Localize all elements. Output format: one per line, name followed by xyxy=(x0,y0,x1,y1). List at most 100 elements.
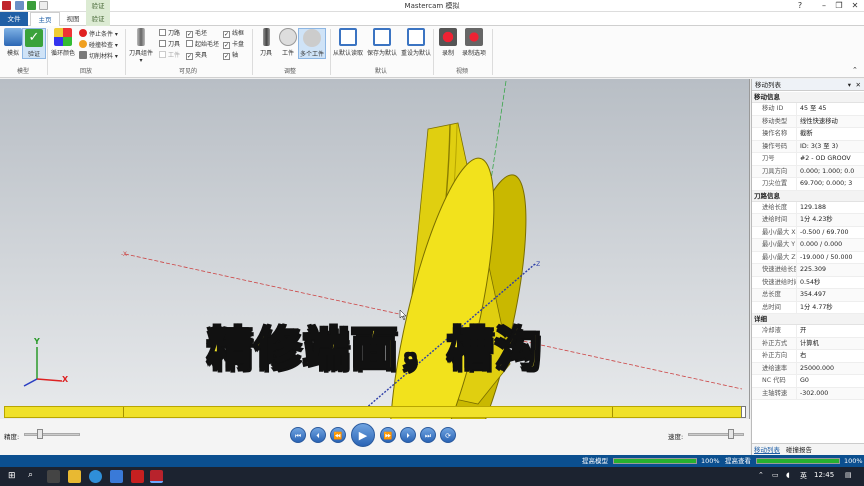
store-icon[interactable] xyxy=(110,470,123,483)
precision-slider-thumb[interactable] xyxy=(36,429,43,439)
collapse-ribbon-icon[interactable]: ⌃ xyxy=(852,66,858,74)
tool-assembly-button[interactable]: 刀具组件 ▾ xyxy=(127,28,155,64)
property-value: 开 xyxy=(800,327,807,334)
improve-view-progress-fill xyxy=(757,459,839,463)
property-name: 进给长度 xyxy=(752,201,797,213)
play-button[interactable]: ▶ xyxy=(351,423,375,447)
tray-chevron-icon[interactable]: ⌃ xyxy=(758,471,764,479)
collision-check-button[interactable]: 碰撞检查 ▾ xyxy=(79,40,118,50)
record-button[interactable]: 录制 xyxy=(436,28,460,57)
tool-label: 刀具 xyxy=(168,41,181,48)
improve-view-progress xyxy=(756,458,840,464)
multiple-workpieces-button[interactable]: 多个工件 xyxy=(298,28,326,59)
chuck-checkbox[interactable]: ✓ xyxy=(223,42,230,49)
property-name: 总长度 xyxy=(752,289,797,301)
workpiece-label: 工件 xyxy=(168,52,181,59)
line-frame-label: 线框 xyxy=(232,30,245,37)
panel-section-header[interactable]: 移动信息 xyxy=(752,92,864,103)
property-value: 1分 4.23秒 xyxy=(800,216,833,223)
improve-model-label: 提高模型 xyxy=(582,457,608,465)
pin-icon[interactable]: ▾ xyxy=(848,79,851,91)
ime-indicator[interactable]: 英 xyxy=(800,471,807,481)
simulation-timeline[interactable] xyxy=(4,406,746,418)
fixture-checkbox[interactable]: ✓ xyxy=(186,53,193,60)
property-row: 补正方式 计算机 xyxy=(752,337,864,350)
step-back-button[interactable]: ⏴ xyxy=(310,427,326,443)
toggle-chuck[interactable]: ✓ 卡盘 xyxy=(223,40,244,50)
go-to-start-button[interactable]: ⏮ xyxy=(290,427,306,443)
initial-blank-checkbox[interactable] xyxy=(186,40,193,47)
panel-close-icon[interactable]: ✕ xyxy=(856,79,861,91)
fast-forward-button[interactable]: ⏩ xyxy=(380,427,396,443)
toggle-blank[interactable]: ✓ 毛坯 xyxy=(186,29,207,39)
panel-section-header[interactable]: 详细 xyxy=(752,314,864,325)
context-tab-header: 验证 xyxy=(86,0,110,12)
toggle-line-frame[interactable]: ✓ 线框 xyxy=(223,29,244,39)
precision-slider[interactable] xyxy=(24,433,80,436)
task-view-icon[interactable] xyxy=(47,470,60,483)
step-forward-button[interactable]: ⏵ xyxy=(400,427,416,443)
save-default-button[interactable]: 保存为默认 xyxy=(366,28,398,57)
reset-default-button[interactable]: 重设为默认 xyxy=(400,28,432,57)
rewind-button[interactable]: ⏪ xyxy=(330,427,346,443)
speed-slider-thumb[interactable] xyxy=(728,429,734,439)
tab-view[interactable]: 视图 xyxy=(60,12,86,26)
tab-file[interactable]: 文件 xyxy=(0,12,28,26)
search-icon[interactable]: ⌕ xyxy=(28,470,33,480)
loop-color-button[interactable]: 循环颜色 xyxy=(49,28,77,57)
notification-icon[interactable]: ▤ xyxy=(845,471,852,479)
read-default-button[interactable]: 从默认读取 xyxy=(332,28,364,57)
graphics-viewport[interactable]: -X -Z Y X 精修端面，槽沟 xyxy=(0,79,750,419)
close-button[interactable]: ✕ xyxy=(843,0,864,12)
multiple-workpieces-icon xyxy=(303,29,321,47)
axis-checkbox[interactable]: ✓ xyxy=(223,53,230,60)
toggle-tool[interactable]: 刀具 xyxy=(159,40,180,50)
acrobat-icon[interactable] xyxy=(131,470,144,483)
clock[interactable]: 12:45 xyxy=(814,471,834,479)
blank-checkbox[interactable]: ✓ xyxy=(186,31,193,38)
property-row: 进给时间 1分 4.23秒 xyxy=(752,214,864,227)
group-label-playback: 回放 xyxy=(79,68,92,75)
collision-check-label: 碰撞检查 xyxy=(89,42,114,49)
property-row: 移动类型 线性快速移动 xyxy=(752,115,864,128)
record-options-button[interactable]: 录制选项 xyxy=(460,28,488,57)
help-icon[interactable]: ? xyxy=(788,0,812,12)
windows-start-icon[interactable]: ⊞ xyxy=(8,471,16,481)
tab-verify[interactable]: 验证 xyxy=(86,12,110,26)
tab-home[interactable]: 主页 xyxy=(30,12,60,26)
edge-browser-icon[interactable] xyxy=(89,470,102,483)
line-frame-checkbox[interactable]: ✓ xyxy=(223,31,230,38)
property-value: 0.000 / 0.000 xyxy=(800,241,843,248)
mastercam-taskbar-icon[interactable] xyxy=(150,470,163,483)
volume-icon[interactable]: ◖ xyxy=(786,471,790,479)
cut-material-button[interactable]: 切削材料 ▾ xyxy=(79,51,118,61)
property-name: 刀尖位置 xyxy=(752,178,797,190)
property-row: 刀尖位置 69.700; 0.000; 3 xyxy=(752,178,864,191)
toggle-toolpath[interactable]: 刀路 xyxy=(159,29,180,39)
loop-playback-button[interactable]: ⟳ xyxy=(440,427,456,443)
panel-header: 移动列表 ▾ ✕ xyxy=(752,79,864,91)
verify-button[interactable]: ✓ 验证 xyxy=(22,28,46,59)
property-name: 移动 ID xyxy=(752,103,797,115)
file-explorer-icon[interactable] xyxy=(68,470,81,483)
timeline-playhead[interactable] xyxy=(741,406,746,418)
toolpath-checkbox[interactable] xyxy=(159,29,166,36)
panel-section-header[interactable]: 刀路信息 xyxy=(752,190,864,202)
speed-slider[interactable] xyxy=(688,433,744,436)
adjust-tool-button[interactable]: 刀具 xyxy=(254,28,278,57)
tool-checkbox[interactable] xyxy=(159,40,166,47)
property-value: #2 - OD GROOV xyxy=(800,155,851,162)
stop-conditions-button[interactable]: 停止条件 ▾ xyxy=(79,29,118,39)
group-label-visible: 可见的 xyxy=(178,68,197,75)
go-to-end-button[interactable]: ⏭ xyxy=(420,427,436,443)
network-icon[interactable]: ▭ xyxy=(772,471,779,479)
improve-model-progress-fill xyxy=(614,459,696,463)
toggle-fixture[interactable]: ✓ 夹具 xyxy=(186,51,207,61)
property-value: 225.309 xyxy=(800,266,827,273)
adjust-workpiece-button[interactable]: 工件 xyxy=(276,28,300,57)
collision-icon xyxy=(79,40,87,48)
toggle-initial-blank[interactable]: 起始毛坯 xyxy=(186,40,219,50)
property-row: 总长度 354.497 xyxy=(752,289,864,302)
group-label-adjust: 调整 xyxy=(283,68,296,75)
toggle-axis[interactable]: ✓ 轴 xyxy=(223,51,238,61)
